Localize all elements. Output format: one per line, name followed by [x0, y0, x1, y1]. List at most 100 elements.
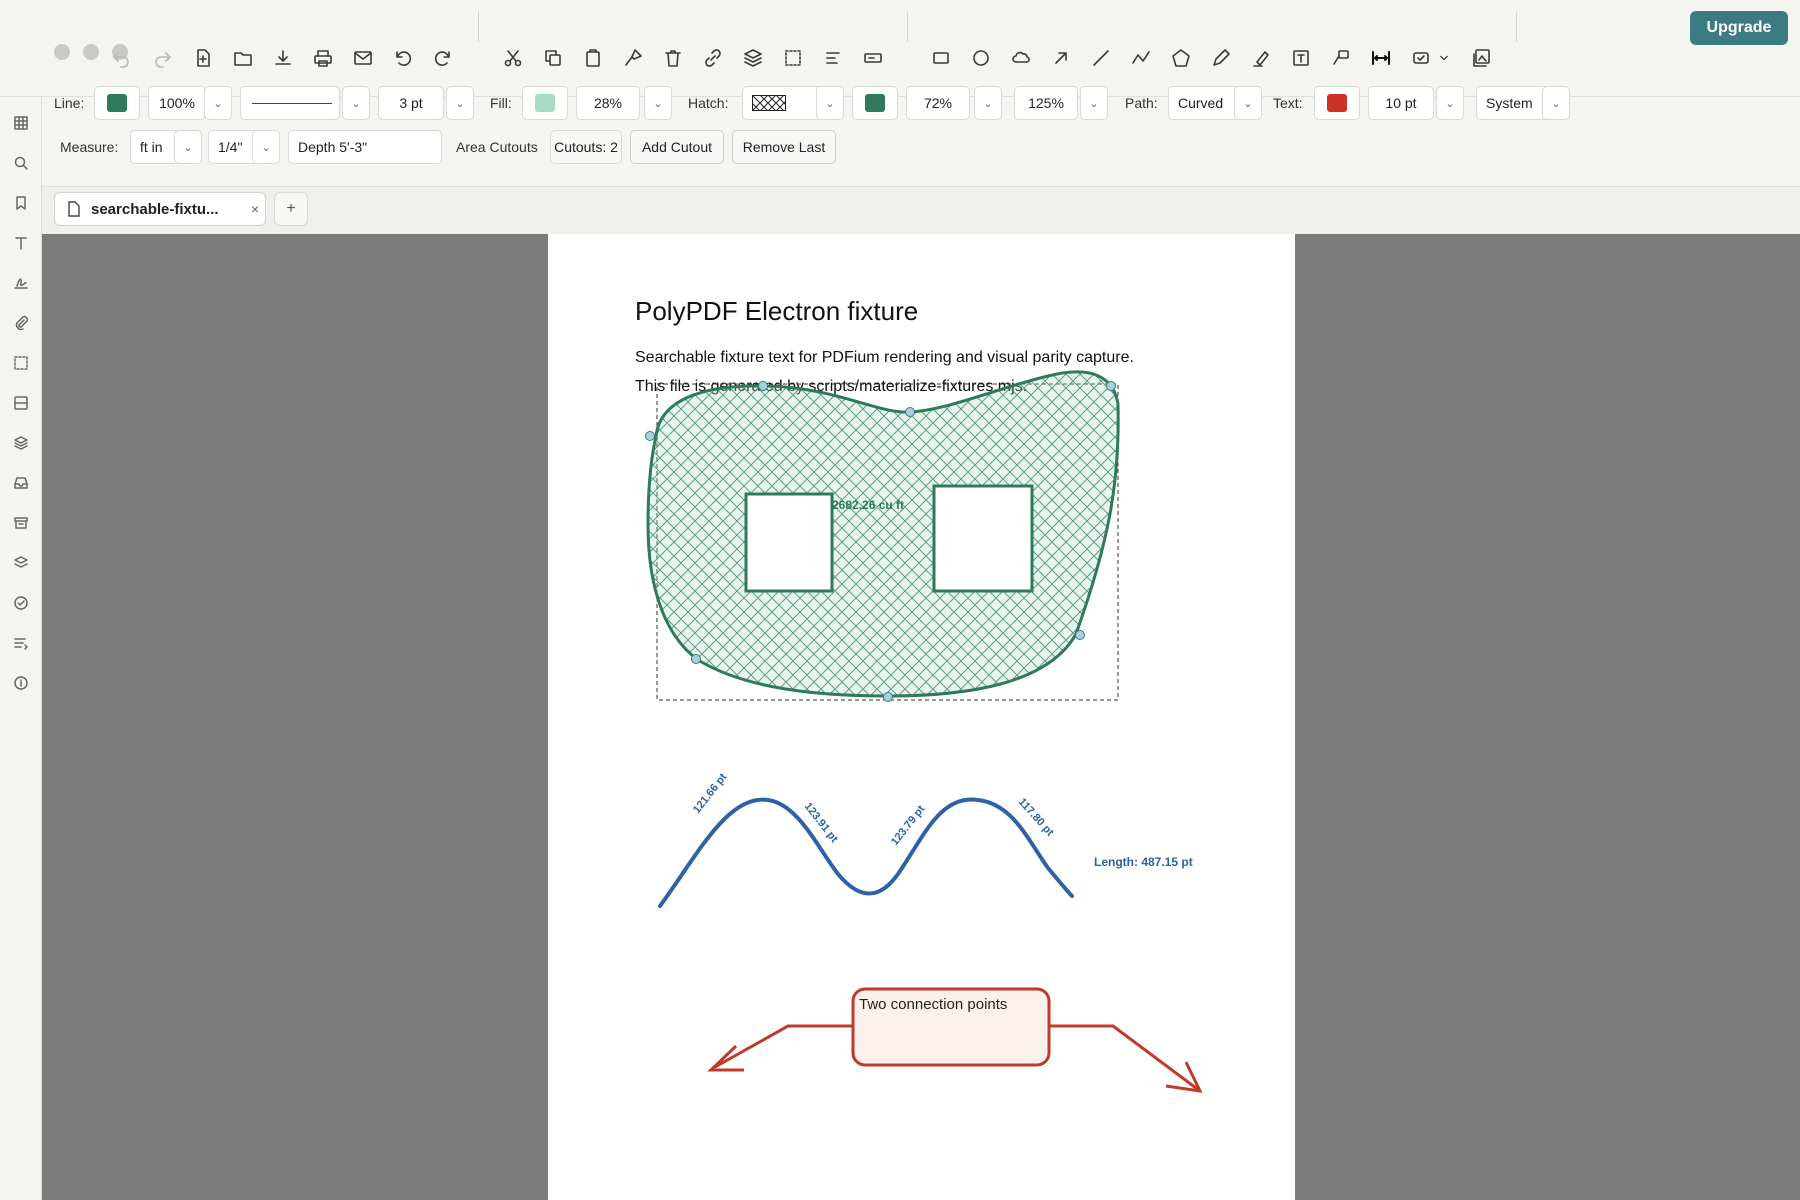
text-size-field[interactable]: 10 pt	[1368, 86, 1434, 120]
vertex-handle[interactable]	[1106, 381, 1116, 391]
redo-icon[interactable]	[150, 45, 176, 71]
measurement-curve[interactable]	[658, 797, 1074, 908]
vertex-handle[interactable]	[883, 692, 893, 702]
info-icon[interactable]	[10, 672, 32, 694]
measure-precision-select[interactable]: 1/4"	[208, 130, 258, 164]
selection-icon[interactable]	[10, 352, 32, 374]
chevron-down-icon[interactable]	[1436, 45, 1452, 71]
line-width-field[interactable]: 3 pt	[378, 86, 444, 120]
vertex-handle[interactable]	[645, 431, 655, 441]
hatch-opacity-field[interactable]: 72%	[906, 86, 970, 120]
pdf-page[interactable]: PolyPDF Electron fixture Searchable fixt…	[548, 234, 1295, 1200]
line-opacity-field[interactable]: 100%	[148, 86, 206, 120]
inbox-icon[interactable]	[10, 472, 32, 494]
area-polygon-annotation[interactable]: 2682.26 cu ft	[645, 370, 1120, 702]
fill-opacity-field[interactable]: 28%	[576, 86, 640, 120]
upgrade-button[interactable]: Upgrade	[1690, 11, 1788, 45]
form-field-icon[interactable]	[860, 45, 886, 71]
tab-searchable-fixture[interactable]: searchable-fixtu... ×	[54, 192, 266, 226]
bookmark-icon[interactable]	[10, 192, 32, 214]
vertex-handle[interactable]	[1075, 630, 1085, 640]
link-icon[interactable]	[700, 45, 726, 71]
copy-icon[interactable]	[540, 45, 566, 71]
form-icon[interactable]	[10, 392, 32, 414]
line-style-dropdown[interactable]: ⌄	[342, 86, 370, 120]
path-style-dropdown[interactable]: ⌄	[1234, 86, 1262, 120]
arrow-icon[interactable]	[1048, 45, 1074, 71]
new-file-icon[interactable]	[190, 45, 216, 71]
length-measurement-annotation[interactable]: 121.66 pt 123.91 pt 123.79 pt 117.80 pt …	[658, 768, 1193, 908]
hatch-pattern-picker[interactable]	[742, 86, 822, 120]
cloud-icon[interactable]	[1008, 45, 1034, 71]
window-minimize-button[interactable]	[83, 44, 99, 60]
select-region-icon[interactable]	[780, 45, 806, 71]
layers-icon[interactable]	[740, 45, 766, 71]
archive-icon[interactable]	[10, 512, 32, 534]
measure-unit-dropdown[interactable]: ⌄	[174, 130, 202, 164]
callout-icon[interactable]	[1328, 45, 1354, 71]
vertex-handle[interactable]	[758, 381, 768, 391]
ellipse-icon[interactable]	[968, 45, 994, 71]
download-icon[interactable]	[270, 45, 296, 71]
attachment-icon[interactable]	[10, 312, 32, 334]
area-cutout-1[interactable]	[744, 492, 834, 593]
grid-icon[interactable]	[10, 112, 32, 134]
pencil-icon[interactable]	[1208, 45, 1234, 71]
hatch-scale-dropdown[interactable]: ⌄	[1080, 86, 1108, 120]
vertex-handle[interactable]	[691, 654, 701, 664]
stamp-icon[interactable]	[1408, 45, 1434, 71]
format-paint-icon[interactable]	[620, 45, 646, 71]
text-size-dropdown[interactable]: ⌄	[1436, 86, 1464, 120]
list-icon[interactable]	[10, 632, 32, 654]
cut-icon[interactable]	[500, 45, 526, 71]
hatch-pattern-dropdown[interactable]: ⌄	[816, 86, 844, 120]
callout-leader-right[interactable]	[1050, 1024, 1201, 1093]
document-viewer[interactable]: PolyPDF Electron fixture Searchable fixt…	[42, 234, 1800, 1200]
stack-icon[interactable]	[10, 552, 32, 574]
callout-annotation[interactable]: Two connection points	[707, 987, 1203, 1093]
vertex-handle[interactable]	[905, 407, 915, 417]
print-icon[interactable]	[310, 45, 336, 71]
align-icon[interactable]	[820, 45, 846, 71]
paste-icon[interactable]	[580, 45, 606, 71]
measure-precision-dropdown[interactable]: ⌄	[252, 130, 280, 164]
depth-field[interactable]: Depth 5'-3"	[288, 130, 442, 164]
image-icon[interactable]	[1468, 45, 1494, 71]
fill-color-picker[interactable]	[522, 86, 568, 120]
rotate-left-icon[interactable]	[390, 45, 416, 71]
line-width-dropdown[interactable]: ⌄	[446, 86, 474, 120]
window-close-button[interactable]	[54, 44, 70, 60]
measure-unit-select[interactable]: ft in	[130, 130, 180, 164]
line-style-picker[interactable]	[240, 86, 340, 120]
new-tab-button[interactable]: +	[274, 192, 308, 226]
rotate-right-icon[interactable]	[430, 45, 456, 71]
area-cutout-2[interactable]	[932, 484, 1034, 593]
remove-last-button[interactable]: Remove Last	[732, 130, 836, 164]
line-color-picker[interactable]	[94, 86, 140, 120]
search-icon[interactable]	[10, 152, 32, 174]
text-icon[interactable]	[10, 232, 32, 254]
hatch-scale-field[interactable]: 125%	[1014, 86, 1078, 120]
font-dropdown[interactable]: ⌄	[1542, 86, 1570, 120]
close-icon[interactable]: ×	[251, 193, 259, 225]
add-cutout-button[interactable]: Add Cutout	[630, 130, 724, 164]
hatch-opacity-dropdown[interactable]: ⌄	[974, 86, 1002, 120]
polyline-icon[interactable]	[1128, 45, 1154, 71]
highlighter-icon[interactable]	[1248, 45, 1274, 71]
layers-icon[interactable]	[10, 432, 32, 454]
hatch-color-picker[interactable]	[852, 86, 898, 120]
mail-icon[interactable]	[350, 45, 376, 71]
undo-icon[interactable]	[108, 45, 134, 71]
path-style-select[interactable]: Curved	[1168, 86, 1240, 120]
open-folder-icon[interactable]	[230, 45, 256, 71]
measure-icon[interactable]	[1368, 45, 1394, 71]
line-icon[interactable]	[1088, 45, 1114, 71]
rectangle-icon[interactable]	[928, 45, 954, 71]
line-opacity-dropdown[interactable]: ⌄	[204, 86, 232, 120]
text-box-icon[interactable]	[1288, 45, 1314, 71]
fill-opacity-dropdown[interactable]: ⌄	[644, 86, 672, 120]
signature-icon[interactable]	[10, 272, 32, 294]
text-color-picker[interactable]	[1314, 86, 1360, 120]
delete-icon[interactable]	[660, 45, 686, 71]
polygon-icon[interactable]	[1168, 45, 1194, 71]
